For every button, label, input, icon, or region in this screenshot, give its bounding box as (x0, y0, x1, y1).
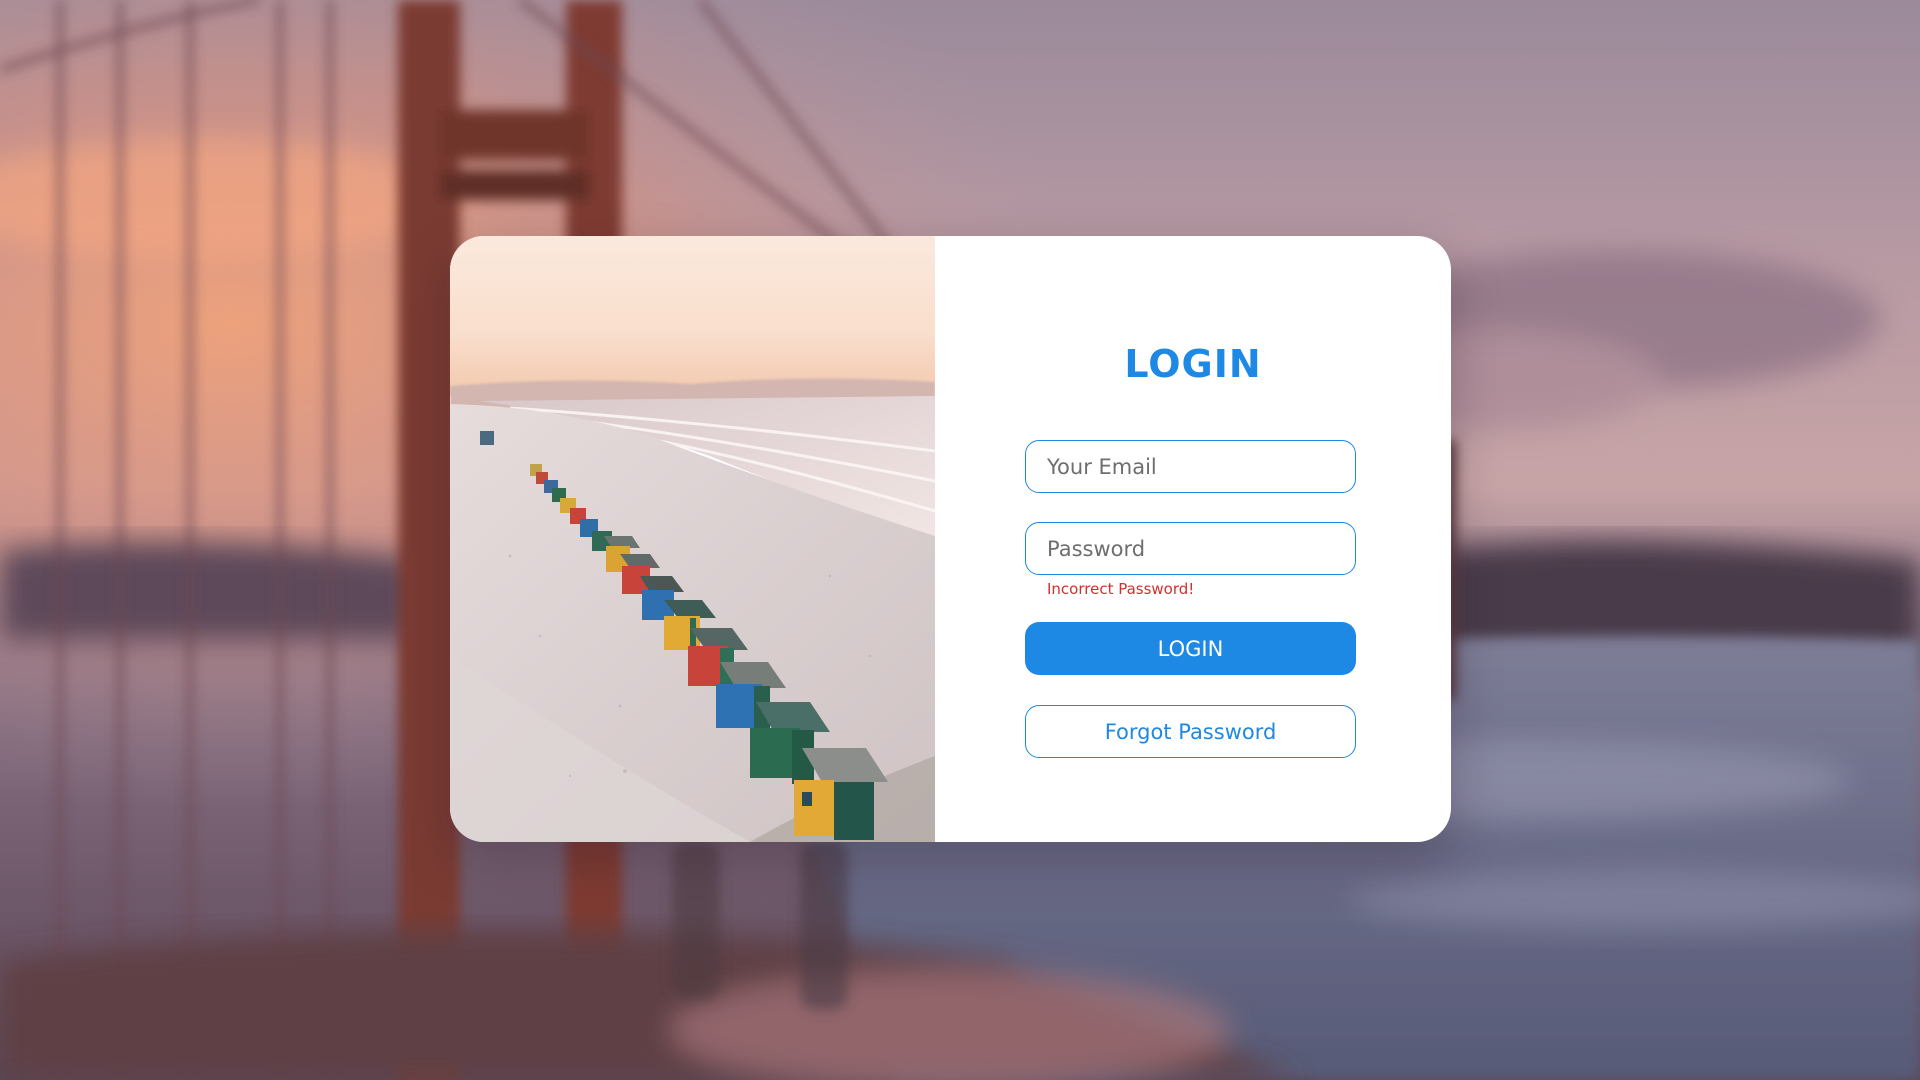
beach-huts-image (450, 236, 935, 842)
login-card: LOGIN Incorrect Password! LOGIN Forgot P… (450, 236, 1451, 842)
forgot-password-button[interactable]: Forgot Password (1025, 705, 1356, 758)
login-title: LOGIN (1124, 342, 1262, 386)
password-field[interactable] (1025, 522, 1356, 575)
login-form: LOGIN Incorrect Password! LOGIN Forgot P… (935, 236, 1451, 842)
email-field[interactable] (1025, 440, 1356, 493)
login-button[interactable]: LOGIN (1025, 622, 1356, 675)
password-error-message: Incorrect Password! (1047, 580, 1195, 598)
